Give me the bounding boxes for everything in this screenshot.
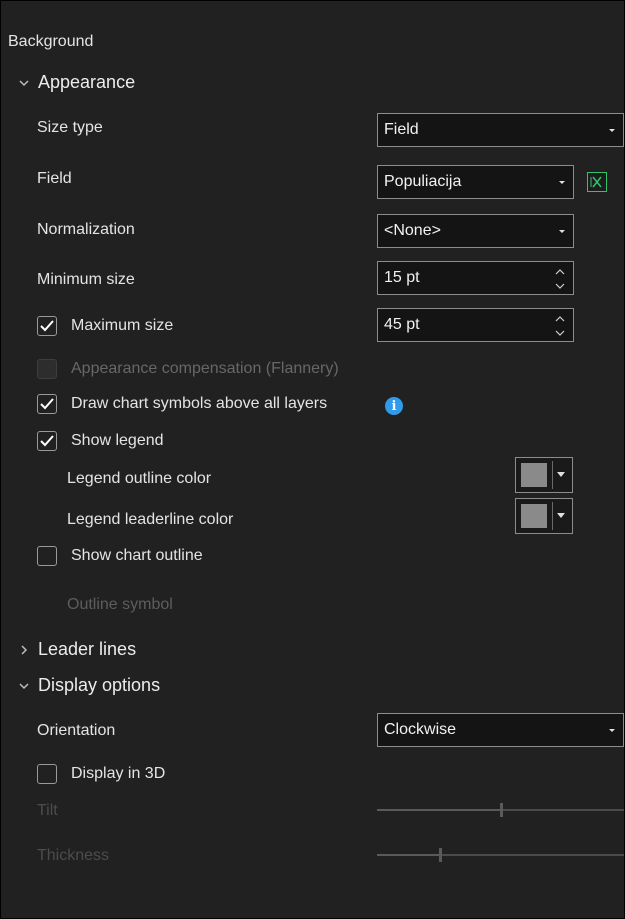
spinner-arrows-icon[interactable]	[554, 313, 566, 339]
maximum-size-checkbox[interactable]	[37, 316, 57, 336]
dropdown-arrow-icon	[559, 181, 565, 184]
spinner-arrows-icon[interactable]	[554, 266, 566, 292]
thickness-slider-fill	[377, 854, 440, 856]
dropdown-arrow-icon	[609, 729, 615, 732]
show-chart-outline-checkbox[interactable]	[37, 546, 57, 566]
normalization-dropdown[interactable]: <None>	[377, 214, 574, 248]
size-type-label: Size type	[37, 119, 103, 136]
show-legend-label: Show legend	[71, 432, 164, 449]
section-display-options-title: Display options	[38, 675, 161, 695]
minimum-size-label: Minimum size	[37, 271, 135, 288]
chevron-right-icon	[21, 644, 28, 655]
field-label: Field	[37, 170, 72, 187]
dropdown-arrow-icon	[557, 472, 565, 477]
section-leader-lines-title: Leader lines	[38, 639, 137, 659]
field-value: Populiacija	[384, 173, 462, 190]
display-3d-checkbox[interactable]	[37, 764, 57, 784]
legend-outline-color-label: Legend outline color	[67, 470, 212, 487]
panel-header-title: Background	[8, 33, 94, 50]
minimum-size-value: 15 pt	[384, 269, 420, 286]
section-appearance[interactable]: Appearance	[18, 72, 135, 93]
legend-leaderline-color-label: Legend leaderline color	[67, 511, 234, 528]
checkmark-icon	[40, 398, 54, 410]
legend-outline-color-picker[interactable]	[515, 457, 573, 493]
section-appearance-title: Appearance	[38, 72, 136, 92]
show-legend-checkbox[interactable]	[37, 431, 57, 451]
separator	[552, 461, 553, 489]
size-type-value: Field	[384, 121, 419, 138]
size-type-dropdown[interactable]: Field	[377, 113, 624, 147]
appearance-compensation-checkbox[interactable]	[37, 359, 57, 379]
chevron-down-icon	[19, 79, 29, 86]
thickness-slider-thumb[interactable]	[439, 848, 442, 862]
normalization-label: Normalization	[37, 221, 135, 238]
dropdown-arrow-icon	[557, 513, 565, 518]
maximum-size-spinner[interactable]: 45 pt	[377, 308, 574, 342]
checkmark-icon	[40, 320, 54, 332]
tilt-slider-fill	[377, 809, 501, 811]
expression-icon[interactable]	[587, 172, 607, 192]
thickness-slider-track[interactable]	[377, 854, 624, 856]
outline-symbol-label: Outline symbol	[67, 596, 173, 613]
tilt-label: Tilt	[37, 802, 58, 819]
section-leader-lines[interactable]: Leader lines	[18, 639, 136, 660]
draw-above-checkbox[interactable]	[37, 394, 57, 414]
orientation-dropdown[interactable]: Clockwise	[377, 713, 624, 747]
chevron-down-icon	[19, 682, 29, 689]
separator	[552, 502, 553, 530]
symbology-panel: Background Appearance Size type Field Fi…	[0, 0, 625, 919]
maximum-size-value: 45 pt	[384, 316, 420, 333]
show-chart-outline-label: Show chart outline	[71, 547, 203, 564]
minimum-size-spinner[interactable]: 15 pt	[377, 261, 574, 295]
normalization-value: <None>	[384, 222, 441, 239]
thickness-label: Thickness	[37, 847, 110, 864]
color-swatch	[521, 504, 547, 528]
field-dropdown[interactable]: Populiacija	[377, 165, 574, 199]
display-3d-label: Display in 3D	[71, 765, 166, 782]
legend-leaderline-color-picker[interactable]	[515, 498, 573, 534]
dropdown-arrow-icon	[609, 129, 615, 132]
checkmark-icon	[40, 435, 54, 447]
maximum-size-label: Maximum size	[71, 317, 174, 334]
color-swatch	[521, 463, 547, 487]
info-icon[interactable]: i	[385, 397, 403, 415]
orientation-label: Orientation	[37, 722, 116, 739]
section-display-options[interactable]: Display options	[18, 675, 160, 696]
dropdown-arrow-icon	[559, 230, 565, 233]
appearance-compensation-label: Appearance compensation (Flannery)	[71, 360, 339, 377]
tilt-slider-thumb[interactable]	[500, 803, 503, 817]
orientation-value: Clockwise	[384, 721, 457, 738]
draw-above-label: Draw chart symbols above all layers	[71, 395, 328, 412]
